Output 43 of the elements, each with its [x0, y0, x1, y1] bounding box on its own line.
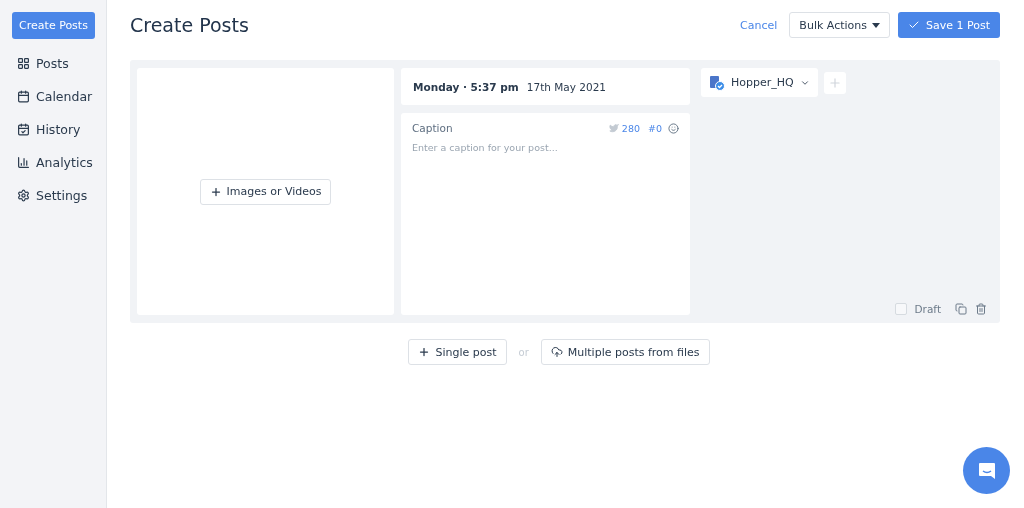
page-title: Create Posts	[130, 14, 250, 36]
save-post-button[interactable]: Save 1 Post	[898, 12, 1000, 38]
settings-icon	[17, 189, 30, 202]
multiple-posts-button[interactable]: Multiple posts from files	[540, 339, 710, 365]
trash-icon[interactable]	[975, 303, 987, 315]
sidebar-item[interactable]: Calendar	[12, 80, 106, 113]
calendar-check-icon	[17, 123, 30, 136]
caption-field[interactable]: Caption 280 #0 Enter a caption for your post...	[401, 113, 690, 315]
sidebar-item[interactable]: Posts	[12, 47, 106, 80]
sidebar-item[interactable]: Settings	[12, 179, 106, 212]
sidebar-item[interactable]: Analytics	[12, 146, 106, 179]
hashtag-count: #0	[648, 122, 662, 134]
emoji-icon[interactable]	[668, 122, 679, 134]
or-text: or	[518, 346, 529, 358]
schedule-time: Monday · 5:37 pm	[413, 80, 519, 93]
grid-icon	[17, 57, 30, 70]
sidebar-item[interactable]: History	[12, 113, 106, 146]
cancel-link[interactable]: Cancel	[740, 18, 778, 32]
create-posts-button[interactable]: Create Posts	[12, 12, 95, 39]
chat-icon	[976, 460, 997, 481]
account-selector[interactable]: Hopper_HQ	[701, 68, 818, 97]
check-icon	[908, 19, 920, 31]
account-avatar-icon	[709, 74, 725, 91]
chat-button[interactable]	[963, 447, 1010, 494]
bulk-actions-button[interactable]: Bulk Actions	[789, 12, 890, 38]
draft-label: Draft	[914, 303, 941, 315]
schedule-card[interactable]: Monday · 5:37 pm 17th May 2021	[401, 68, 690, 105]
calendar-icon	[17, 90, 30, 103]
add-media-button[interactable]: Images or Videos	[199, 178, 332, 205]
caret-icon	[872, 22, 880, 28]
caption-placeholder: Enter a caption for your post...	[412, 142, 559, 153]
character-count: 280	[621, 122, 640, 134]
copy-icon[interactable]	[955, 303, 967, 315]
plus-icon	[209, 185, 222, 198]
single-post-button[interactable]: Single post	[408, 339, 507, 365]
draft-checkbox[interactable]	[894, 303, 907, 315]
bar-chart-icon	[17, 156, 30, 169]
schedule-date: 17th May 2021	[526, 80, 607, 93]
bird-icon	[608, 123, 619, 133]
plus-icon	[827, 75, 842, 90]
caption-label: Caption	[412, 122, 454, 134]
upload-icon	[550, 346, 563, 358]
plus-icon	[418, 346, 431, 358]
